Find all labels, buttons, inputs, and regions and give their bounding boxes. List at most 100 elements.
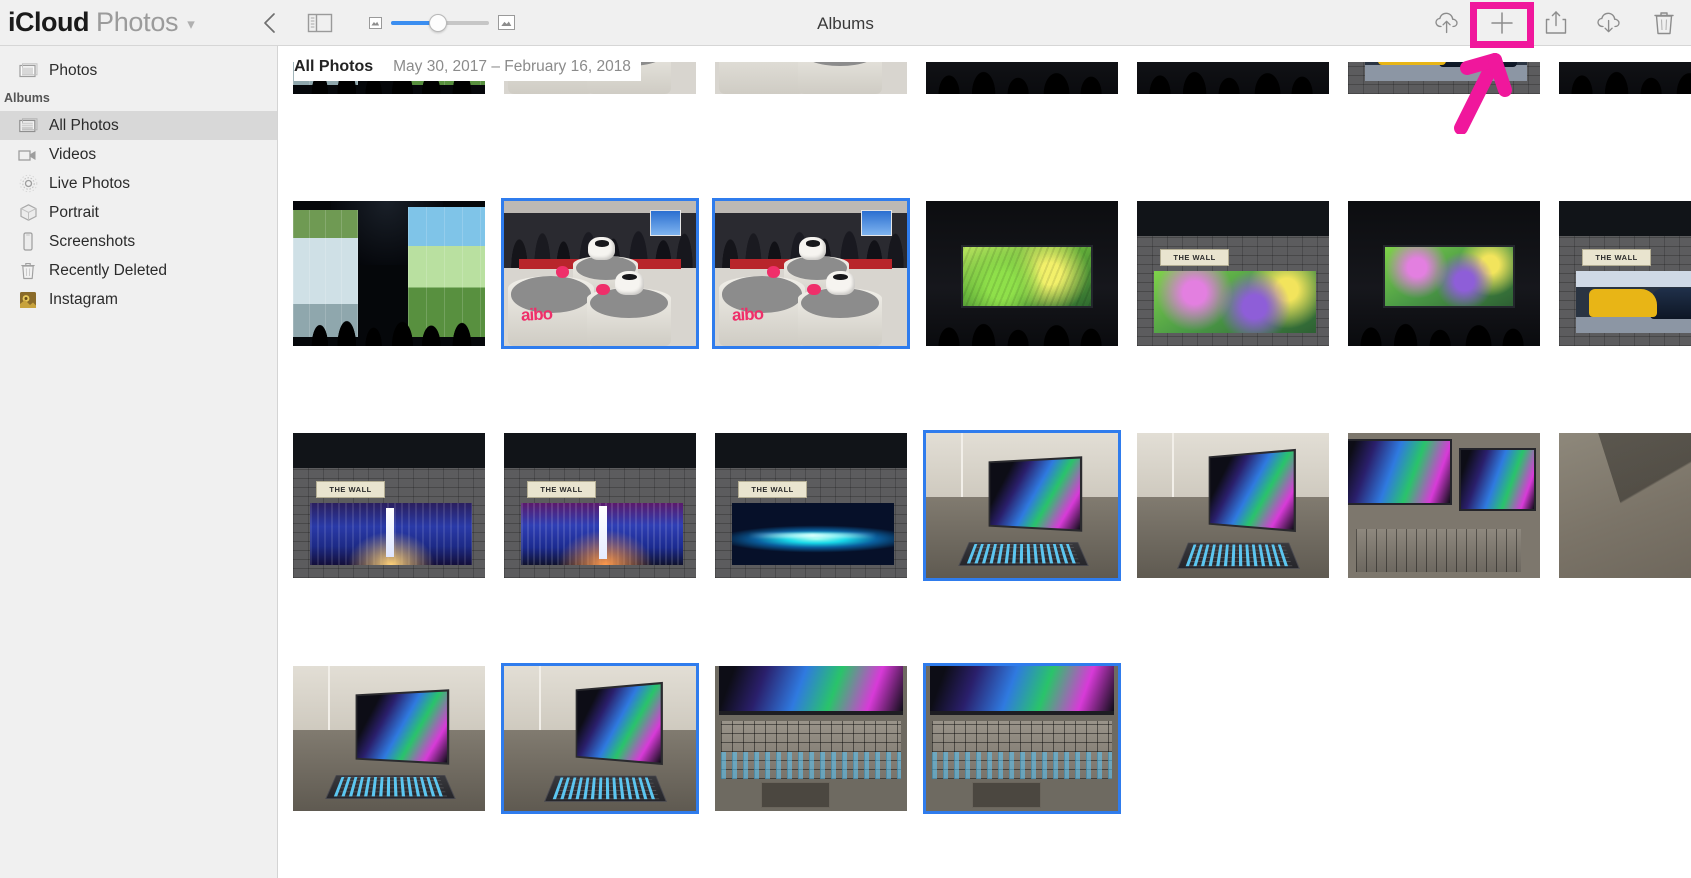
- photo-thumbnail: THE WALL: [504, 433, 696, 578]
- photo-cell-selected[interactable]: aibo: [715, 201, 907, 346]
- toolbar-actions: [1427, 0, 1685, 46]
- sidebar-item-recently-deleted[interactable]: Recently Deleted: [0, 256, 277, 285]
- thumbnail-size-control[interactable]: [369, 15, 515, 30]
- album-thumbnail-icon: [18, 290, 38, 310]
- sidebar-item-live-photos[interactable]: Live Photos: [0, 169, 277, 198]
- photo-thumbnail: [1348, 201, 1540, 346]
- photo-thumbnail: [504, 666, 696, 811]
- photo-cell[interactable]: THE WALL: [293, 433, 485, 578]
- photos-stack-icon: [18, 116, 38, 136]
- photo-thumbnail: THE WALL: [1137, 201, 1329, 346]
- zoom-slider-knob[interactable]: [429, 14, 447, 32]
- sidebar-toggle-button[interactable]: [301, 6, 339, 40]
- plus-icon: [1488, 9, 1516, 37]
- photo-thumbnail: [1348, 433, 1540, 578]
- grid-header-title: All Photos: [294, 58, 373, 76]
- photo-cell[interactable]: [715, 666, 907, 811]
- add-button[interactable]: [1481, 4, 1523, 42]
- share-icon: [1543, 9, 1569, 37]
- download-button[interactable]: [1589, 4, 1631, 42]
- photos-icon: [18, 61, 38, 81]
- wall-sign-label: THE WALL: [316, 481, 385, 498]
- toolbar: iCloud Photos ▾ Albums: [0, 0, 1691, 46]
- photo-thumbnail: [1137, 433, 1329, 578]
- photo-thumbnail: THE WALL: [1559, 201, 1691, 346]
- photo-cell[interactable]: THE WALL: [715, 433, 907, 578]
- grid-header: All Photos May 30, 2017 – February 16, 2…: [294, 54, 641, 81]
- photo-cell-selected[interactable]: [504, 666, 696, 811]
- photo-thumbnail: [1559, 433, 1691, 578]
- wall-sign-label: THE WALL: [527, 481, 596, 498]
- sidebar-section-albums: Albums: [0, 85, 277, 111]
- sidebar-item-videos[interactable]: Videos: [0, 140, 277, 169]
- photo-row: THE WALL THE WALL THE WALL: [293, 433, 1691, 578]
- zoom-slider[interactable]: [391, 21, 489, 25]
- sidebar-item-screenshots[interactable]: Screenshots: [0, 227, 277, 256]
- video-camera-icon: [18, 145, 38, 165]
- photo-thumbnail: [293, 201, 485, 346]
- photo-thumbnail: THE WALL: [715, 433, 907, 578]
- photo-grid-pane[interactable]: THE WALL aibo aibo: [279, 46, 1691, 878]
- sidebar-item-label: Live Photos: [49, 175, 130, 193]
- brand-icloud-label: iCloud: [8, 7, 89, 38]
- cloud-upload-icon: [1433, 10, 1463, 36]
- photo-thumbnail: aibo: [504, 201, 696, 346]
- photo-thumbnail: [293, 666, 485, 811]
- photo-cell[interactable]: [293, 201, 485, 346]
- photo-cell[interactable]: [1559, 433, 1691, 578]
- photo-thumbnail: aibo: [715, 201, 907, 346]
- live-photo-icon: [18, 174, 38, 194]
- share-button[interactable]: [1535, 4, 1577, 42]
- photo-cell-selected[interactable]: [926, 433, 1118, 578]
- chevron-left-icon: [261, 11, 278, 35]
- sidebar-item-label: Instagram: [49, 291, 118, 309]
- photo-cell-selected[interactable]: [926, 666, 1118, 811]
- sidebar-item-label: Screenshots: [49, 233, 135, 251]
- back-button[interactable]: [251, 6, 289, 40]
- photo-cell[interactable]: THE WALL: [1559, 201, 1691, 346]
- sidebar-toggle-icon: [307, 12, 333, 34]
- brand-photos-label: Photos: [96, 7, 178, 38]
- photo-cell[interactable]: THE WALL: [1137, 201, 1329, 346]
- app-brand[interactable]: iCloud Photos ▾: [0, 7, 195, 38]
- sidebar-item-label: Photos: [49, 62, 97, 80]
- photo-grid: THE WALL aibo aibo: [279, 46, 1691, 878]
- photo-cell[interactable]: [1348, 201, 1540, 346]
- photo-thumbnail: THE WALL: [293, 433, 485, 578]
- sidebar-item-portrait[interactable]: Portrait: [0, 198, 277, 227]
- grid-header-date-range: May 30, 2017 – February 16, 2018: [393, 58, 631, 76]
- sidebar-item-label: Videos: [49, 146, 96, 164]
- icloud-photos-window: iCloud Photos ▾ Albums Photos Albums All…: [0, 0, 1691, 878]
- sidebar-item-label: All Photos: [49, 117, 119, 135]
- photo-thumbnail: [926, 201, 1118, 346]
- cube-icon: [18, 203, 38, 223]
- photo-thumbnail: [926, 433, 1118, 578]
- wall-sign-label: THE WALL: [738, 481, 807, 498]
- sidebar-item-label: Portrait: [49, 204, 99, 222]
- wall-sign-label: THE WALL: [1160, 249, 1229, 266]
- sidebar-item-instagram[interactable]: Instagram: [0, 285, 277, 314]
- photo-cell[interactable]: [1348, 433, 1540, 578]
- large-thumbnail-icon[interactable]: [498, 15, 515, 30]
- upload-button[interactable]: [1427, 4, 1469, 42]
- photo-cell[interactable]: [293, 666, 485, 811]
- trash-icon: [1652, 9, 1676, 37]
- wall-sign-label: THE WALL: [1582, 249, 1651, 266]
- photo-thumbnail: [926, 666, 1118, 811]
- sidebar-item-all-photos[interactable]: All Photos: [0, 111, 277, 140]
- chevron-down-icon[interactable]: ▾: [187, 15, 195, 33]
- sidebar-item-photos[interactable]: Photos: [0, 56, 277, 85]
- trash-icon: [18, 261, 38, 281]
- photo-cell-selected[interactable]: aibo: [504, 201, 696, 346]
- delete-button[interactable]: [1643, 4, 1685, 42]
- photo-cell[interactable]: [926, 201, 1118, 346]
- photo-cell[interactable]: [1137, 433, 1329, 578]
- photo-thumbnail: [715, 666, 907, 811]
- phone-icon: [18, 232, 38, 252]
- small-thumbnail-icon[interactable]: [369, 17, 382, 29]
- photo-row: [293, 666, 1137, 811]
- sidebar: Photos Albums All Photos Videos Live Pho…: [0, 46, 278, 878]
- sidebar-item-label: Recently Deleted: [49, 262, 167, 280]
- cloud-download-icon: [1595, 10, 1625, 36]
- photo-cell[interactable]: THE WALL: [504, 433, 696, 578]
